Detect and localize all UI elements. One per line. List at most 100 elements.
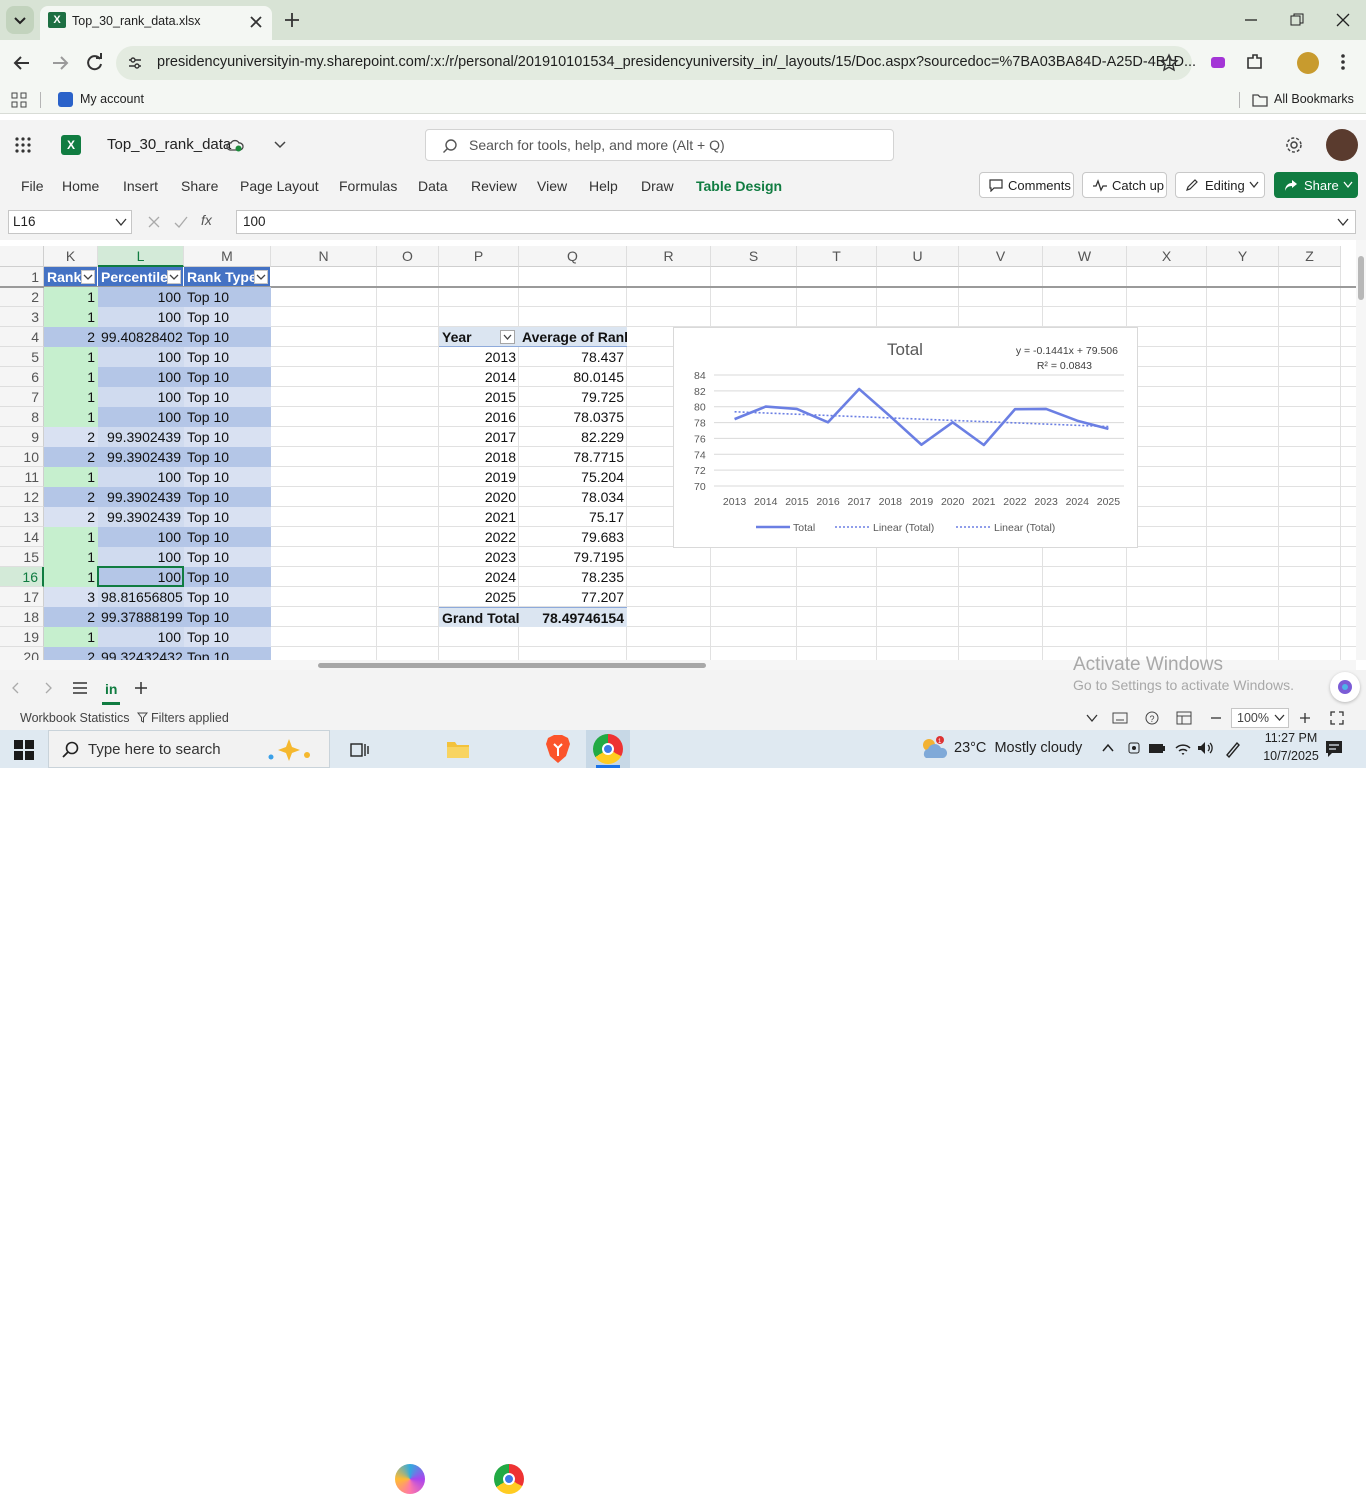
table-cell[interactable]: 99.3902439	[98, 427, 184, 447]
horizontal-scroll-thumb[interactable]	[318, 663, 706, 668]
table-cell[interactable]: Top 10	[184, 567, 271, 587]
table-cell[interactable]: 100	[98, 527, 184, 547]
copilot-taskbar-icon[interactable]	[395, 1464, 425, 1494]
row-header-18[interactable]: 18	[0, 607, 44, 627]
editing-mode-button[interactable]: Editing	[1175, 172, 1265, 198]
column-header-n[interactable]: N	[271, 246, 377, 267]
insert-function-icon[interactable]: fx	[201, 212, 212, 228]
pivot-cell[interactable]: 79.683	[519, 527, 627, 547]
column-header-l[interactable]: L	[98, 246, 184, 267]
column-header-z[interactable]: Z	[1279, 246, 1341, 267]
browser-tab[interactable]: X Top_30_rank_data.xlsx	[40, 6, 272, 40]
row-header-16[interactable]: 16	[0, 567, 44, 587]
column-header-y[interactable]: Y	[1207, 246, 1279, 267]
table-cell[interactable]: 100	[98, 367, 184, 387]
tab-formulas[interactable]: Formulas	[339, 178, 397, 194]
pivot-cell[interactable]: 2020	[439, 487, 519, 507]
table-cell[interactable]: Top 10	[184, 587, 271, 607]
table-cell[interactable]: 1	[44, 307, 98, 327]
vertical-scrollbar[interactable]	[1356, 240, 1366, 660]
meet-now-icon[interactable]	[1126, 740, 1142, 756]
weather-text[interactable]: 23°C Mostly cloudy	[954, 740, 1082, 756]
name-box[interactable]: L16	[8, 210, 132, 234]
pivot-cell[interactable]: 79.725	[519, 387, 627, 407]
site-info-icon[interactable]	[126, 54, 144, 72]
pivot-cell[interactable]: 80.0145	[519, 367, 627, 387]
back-icon[interactable]	[12, 53, 32, 73]
table-cell[interactable]: 2	[44, 427, 98, 447]
table-cell[interactable]: Top 10	[184, 407, 271, 427]
task-view-icon[interactable]	[349, 740, 369, 760]
pivot-cell[interactable]: 2014	[439, 367, 519, 387]
url-bar[interactable]: presidencyuniversityin-my.sharepoint.com…	[116, 46, 1192, 80]
pivot-cell[interactable]: 78.7715	[519, 447, 627, 467]
battery-icon[interactable]	[1148, 740, 1166, 756]
search-box[interactable]: Search for tools, help, and more (Alt + …	[425, 129, 894, 161]
table-cell[interactable]: 1	[44, 527, 98, 547]
copilot-button[interactable]	[1330, 672, 1360, 702]
row-header-9[interactable]: 9	[0, 427, 44, 447]
chevron-down-icon[interactable]	[1086, 714, 1098, 723]
tab-review[interactable]: Review	[471, 178, 517, 194]
row-header-12[interactable]: 12	[0, 487, 44, 507]
tab-view[interactable]: View	[537, 178, 567, 194]
column-header-u[interactable]: U	[877, 246, 959, 267]
table-cell[interactable]: 99.37888199	[98, 607, 184, 627]
tab-home[interactable]: Home	[62, 178, 99, 194]
app-launcher-icon[interactable]	[14, 136, 32, 154]
pivot-cell[interactable]: 2022	[439, 527, 519, 547]
table-cell[interactable]: Top 10	[184, 487, 271, 507]
row-header-1[interactable]: 1	[0, 267, 44, 287]
grand-total-label[interactable]: Grand Total	[439, 607, 519, 627]
profile-avatar[interactable]	[1297, 52, 1319, 74]
column-header-o[interactable]: O	[377, 246, 439, 267]
windows-start-icon[interactable]	[14, 740, 34, 760]
clock-date[interactable]: 10/7/2025	[1260, 749, 1322, 763]
table-cell[interactable]: 2	[44, 607, 98, 627]
new-tab-icon[interactable]	[283, 11, 301, 29]
pivot-cell[interactable]: 2018	[439, 447, 519, 467]
filter-dropdown-button[interactable]	[81, 270, 95, 284]
close-tab-icon[interactable]	[248, 14, 264, 30]
pivot-cell[interactable]: 2024	[439, 567, 519, 587]
zoom-select[interactable]: 100%	[1231, 708, 1289, 728]
volume-icon[interactable]	[1196, 739, 1214, 757]
column-header-r[interactable]: R	[627, 246, 711, 267]
table-cell[interactable]: 3	[44, 587, 98, 607]
pen-workspace-icon[interactable]	[1223, 739, 1243, 759]
table-cell[interactable]: Top 10	[184, 387, 271, 407]
tab-insert[interactable]: Insert	[123, 178, 158, 194]
row-header-10[interactable]: 10	[0, 447, 44, 467]
table-cell[interactable]: 100	[98, 347, 184, 367]
tab-draw[interactable]: Draw	[641, 178, 674, 194]
file-explorer-icon[interactable]	[446, 738, 470, 760]
table-cell[interactable]: Top 10	[184, 647, 271, 660]
filter-dropdown-button[interactable]	[167, 270, 181, 284]
chrome-icon[interactable]	[494, 1464, 524, 1494]
catch-up-button[interactable]: Catch up	[1082, 172, 1167, 198]
taskbar-search[interactable]: Type here to search	[48, 730, 330, 768]
column-header-m[interactable]: M	[184, 246, 271, 267]
column-header-w[interactable]: W	[1043, 246, 1127, 267]
column-header-p[interactable]: P	[439, 246, 519, 267]
apps-grid-icon[interactable]	[11, 92, 27, 108]
user-avatar[interactable]	[1326, 129, 1358, 161]
brave-icon[interactable]	[544, 734, 572, 764]
formula-input[interactable]: 100	[236, 210, 1356, 234]
sheet-tab-in[interactable]: in	[98, 674, 124, 706]
table-cell[interactable]: Top 10	[184, 507, 271, 527]
column-header-k[interactable]: K	[44, 246, 98, 267]
table-cell[interactable]: 98.81656805	[98, 587, 184, 607]
table-cell[interactable]: 1	[44, 407, 98, 427]
row-header-20[interactable]: 20	[0, 647, 44, 660]
pivot-cell[interactable]: 2021	[439, 507, 519, 527]
pivot-cell[interactable]: 2016	[439, 407, 519, 427]
table-cell[interactable]: 100	[98, 627, 184, 647]
pivot-cell[interactable]: 75.204	[519, 467, 627, 487]
tab-help[interactable]: Help	[589, 178, 618, 194]
table-cell[interactable]: 2	[44, 487, 98, 507]
table-cell[interactable]: 99.3902439	[98, 507, 184, 527]
next-sheet-icon[interactable]	[42, 682, 54, 694]
zoom-in-icon[interactable]	[1298, 711, 1312, 725]
add-sheet-icon[interactable]	[134, 681, 148, 695]
